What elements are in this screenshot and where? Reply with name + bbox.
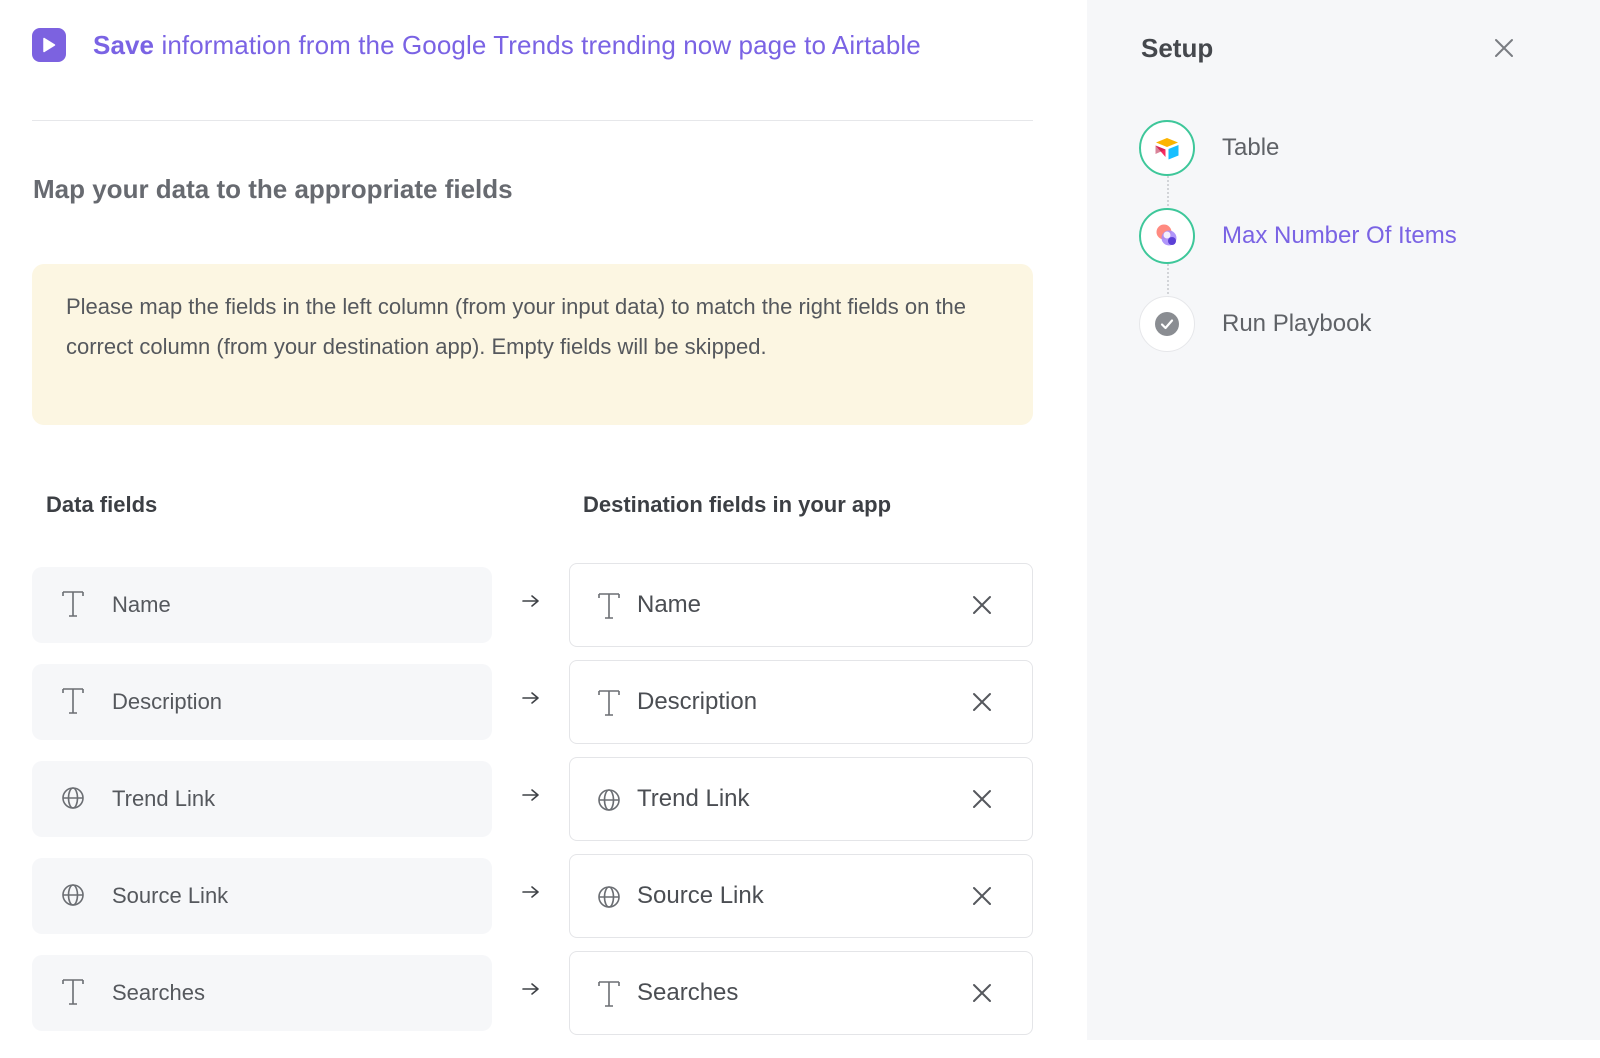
close-sidebar-button[interactable] (1492, 36, 1516, 60)
arrow-right-icon (520, 690, 542, 711)
setup-step-table[interactable]: Table (1139, 120, 1279, 176)
text-type-icon (60, 589, 86, 624)
main-panel: Save information from the Google Trends … (0, 0, 1087, 1058)
destination-field[interactable]: Description (569, 660, 1033, 744)
airtable-icon (1155, 138, 1179, 160)
setup-step-max-items[interactable]: Max Number Of Items (1139, 208, 1457, 264)
globe-icon (60, 783, 86, 818)
remove-mapping-button[interactable] (968, 688, 996, 716)
destination-field-label: Source Link (637, 882, 764, 909)
close-icon (1495, 39, 1513, 57)
step-status-pending (1139, 296, 1195, 352)
destination-field[interactable]: Name (569, 563, 1033, 647)
setup-sidebar: Setup Table Max Number Of Items Run Play… (1087, 0, 1600, 1040)
source-field-label: Trend Link (112, 786, 216, 811)
close-icon (973, 693, 991, 711)
close-icon (973, 984, 991, 1002)
globe-icon (596, 785, 622, 820)
remove-mapping-button[interactable] (968, 882, 996, 910)
destination-field-label: Description (637, 688, 758, 715)
playbook-title-action: Save (93, 29, 155, 60)
source-field-label: Name (112, 592, 171, 617)
source-field-label: Searches (112, 980, 205, 1005)
close-icon (973, 887, 991, 905)
source-field-label: Source Link (112, 883, 229, 908)
source-field: Searches (32, 955, 492, 1031)
globe-icon (60, 880, 86, 915)
field-mapping-row: Name Name (0, 563, 1087, 647)
field-mapping-row: Searches Searches (0, 951, 1087, 1035)
remove-mapping-button[interactable] (968, 979, 996, 1007)
arrow-right-icon (520, 787, 542, 808)
playbook-header: Save information from the Google Trends … (32, 28, 921, 62)
step-label: Run Playbook (1222, 310, 1372, 337)
step-status-active (1139, 208, 1195, 264)
destination-field[interactable]: Searches (569, 951, 1033, 1035)
arrow-right-icon (520, 884, 542, 905)
field-mapping-row: Source Link Source Link (0, 854, 1087, 938)
text-type-icon (596, 688, 622, 723)
field-mapping-row: Trend Link Trend Link (0, 757, 1087, 841)
playbook-title: Save information from the Google Trends … (93, 30, 921, 61)
mapping-notice-text: Please map the fields in the left column… (66, 294, 967, 359)
field-mapping-row: Description Description (0, 660, 1087, 744)
check-circle-icon (1155, 312, 1179, 336)
destination-field-label: Searches (637, 979, 739, 1006)
destination-field[interactable]: Source Link (569, 854, 1033, 938)
arrow-right-icon (520, 593, 542, 614)
destination-fields-header: Destination fields in your app (583, 492, 892, 517)
source-field: Description (32, 664, 492, 740)
text-type-icon (596, 979, 622, 1014)
remove-mapping-button[interactable] (968, 785, 996, 813)
section-title: Map your data to the appropriate fields (33, 174, 513, 204)
step-status-done (1139, 120, 1195, 176)
destination-field-label: Name (637, 591, 702, 618)
source-field: Source Link (32, 858, 492, 934)
setup-title: Setup (1141, 33, 1214, 63)
remove-mapping-button[interactable] (968, 591, 996, 619)
step-connector (1167, 264, 1169, 298)
playbook-title-description: information from the Google Trends trend… (154, 29, 921, 60)
close-icon (973, 790, 991, 808)
step-label: Table (1222, 134, 1280, 161)
step-label: Max Number Of Items (1222, 222, 1457, 249)
header-divider (32, 120, 1033, 121)
mapping-notice: Please map the fields in the left column… (32, 264, 1033, 425)
globe-icon (596, 882, 622, 917)
destination-field-label: Trend Link (637, 785, 750, 812)
source-field: Trend Link (32, 761, 492, 837)
source-field: Name (32, 567, 492, 643)
step-connector (1167, 176, 1169, 210)
source-field-label: Description (112, 689, 223, 714)
data-fields-header: Data fields (46, 492, 158, 517)
app-logo-icon (1156, 224, 1177, 246)
play-icon[interactable] (32, 28, 66, 62)
close-icon (973, 596, 991, 614)
destination-field[interactable]: Trend Link (569, 757, 1033, 841)
text-type-icon (60, 977, 86, 1012)
text-type-icon (596, 591, 622, 626)
arrow-right-icon (520, 981, 542, 1002)
text-type-icon (60, 686, 86, 721)
setup-step-run-playbook[interactable]: Run Playbook (1139, 296, 1371, 352)
